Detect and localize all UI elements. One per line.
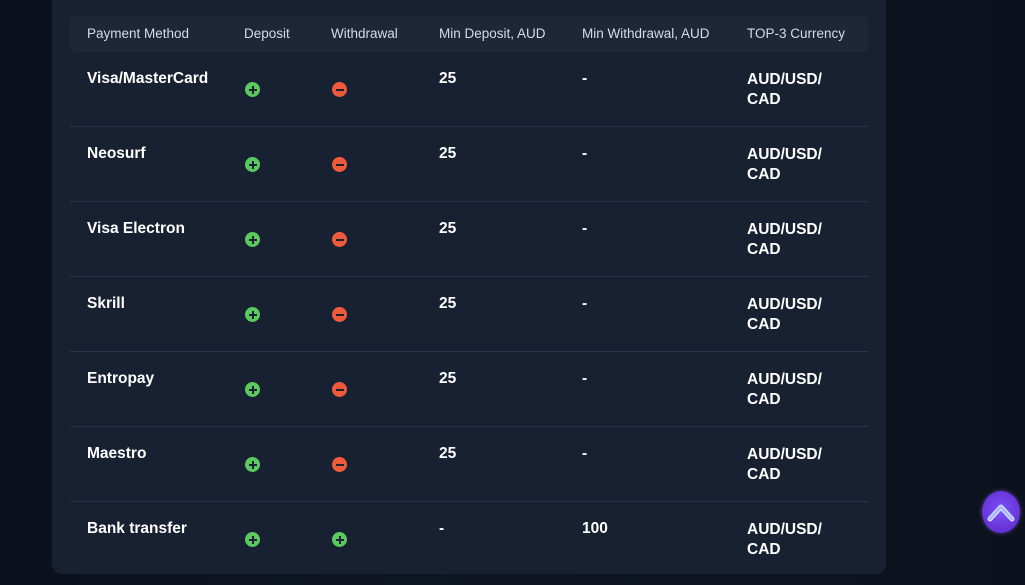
header-min-deposit: Min Deposit, AUD [439, 26, 546, 41]
withdrawal-status [332, 382, 347, 402]
currency-line-1: AUD/USD/ [747, 146, 822, 163]
min-deposit-value: 25 [439, 70, 457, 87]
payment-method-name: Visa/MasterCard [87, 70, 209, 87]
min-deposit-value: 25 [439, 295, 457, 312]
table-row: Maestro 25 - AUD/USD/CAD [70, 427, 868, 502]
currency-value: AUD/USD/CAD [747, 145, 837, 185]
currency-value: AUD/USD/CAD [747, 220, 837, 260]
table-row: Entropay 25 - AUD/USD/CAD [70, 352, 868, 427]
header-currency: TOP-3 Currency [747, 26, 846, 41]
plus-circle-icon [332, 532, 347, 547]
payment-methods-table: Payment Method Deposit Withdrawal Min De… [70, 16, 868, 576]
header-payment-method: Payment Method [87, 26, 190, 41]
min-withdrawal-value: - [582, 145, 588, 162]
table-body: Visa/MasterCard 25 - AUD/USD/CAD Neosurf 25 - A… [70, 52, 868, 576]
plus-circle-icon [245, 307, 260, 322]
payment-method-name: Visa Electron [87, 220, 185, 237]
currency-line-1: AUD/USD/ [747, 296, 822, 313]
deposit-status [245, 382, 260, 402]
min-withdrawal-value: - [582, 70, 588, 87]
table-row: Bank transfer - 100 AUD/USD/CAD [70, 502, 868, 576]
deposit-status [245, 532, 260, 552]
currency-line-2: CAD [747, 316, 781, 333]
page: Payment Method Deposit Withdrawal Min De… [0, 0, 1025, 585]
plus-circle-icon [245, 82, 260, 97]
table-row: Neosurf 25 - AUD/USD/CAD [70, 127, 868, 202]
withdrawal-status [332, 232, 347, 252]
payment-method-name: Bank transfer [87, 520, 187, 537]
payment-method-name: Maestro [87, 445, 147, 462]
deposit-status [245, 232, 260, 252]
min-withdrawal-value: - [582, 220, 588, 237]
header-min-withdrawal: Min Withdrawal, AUD [582, 26, 710, 41]
currency-value: AUD/USD/CAD [747, 370, 837, 410]
min-withdrawal-value: - [582, 445, 588, 462]
withdrawal-status [332, 157, 347, 177]
header-withdrawal: Withdrawal [331, 26, 398, 41]
currency-value: AUD/USD/CAD [747, 445, 837, 485]
minus-circle-icon [332, 382, 347, 397]
minus-circle-icon [332, 457, 347, 472]
minus-circle-icon [332, 157, 347, 172]
minus-circle-icon [332, 307, 347, 322]
min-deposit-value: - [439, 520, 445, 537]
currency-line-2: CAD [747, 166, 781, 183]
currency-line-1: AUD/USD/ [747, 221, 822, 238]
deposit-status [245, 157, 260, 177]
withdrawal-status [332, 307, 347, 327]
table-header: Payment Method Deposit Withdrawal Min De… [70, 16, 868, 52]
min-withdrawal-value: - [582, 370, 588, 387]
currency-line-2: CAD [747, 241, 781, 258]
min-withdrawal-value: - [582, 295, 588, 312]
currency-line-2: CAD [747, 541, 781, 558]
currency-line-1: AUD/USD/ [747, 446, 822, 463]
currency-line-2: CAD [747, 466, 781, 483]
chevron-up-icon [987, 504, 1015, 522]
min-deposit-value: 25 [439, 370, 457, 387]
table-row: Visa Electron 25 - AUD/USD/CAD [70, 202, 868, 277]
payment-method-name: Neosurf [87, 145, 146, 162]
currency-line-1: AUD/USD/ [747, 521, 822, 538]
withdrawal-status [332, 532, 347, 552]
min-withdrawal-value: 100 [582, 520, 608, 537]
min-deposit-value: 25 [439, 145, 457, 162]
table-row: Skrill 25 - AUD/USD/CAD [70, 277, 868, 352]
deposit-status [245, 82, 260, 102]
header-deposit: Deposit [244, 26, 290, 41]
deposit-status [245, 307, 260, 327]
minus-circle-icon [332, 232, 347, 247]
currency-line-1: AUD/USD/ [747, 71, 822, 88]
plus-circle-icon [245, 157, 260, 172]
plus-circle-icon [245, 532, 260, 547]
currency-line-2: CAD [747, 391, 781, 408]
min-deposit-value: 25 [439, 220, 457, 237]
currency-value: AUD/USD/CAD [747, 520, 837, 560]
table-row: Visa/MasterCard 25 - AUD/USD/CAD [70, 52, 868, 127]
withdrawal-status [332, 82, 347, 102]
plus-circle-icon [245, 382, 260, 397]
payment-method-name: Skrill [87, 295, 125, 312]
withdrawal-status [332, 457, 347, 477]
scroll-to-top-button[interactable] [982, 491, 1020, 533]
currency-line-2: CAD [747, 91, 781, 108]
payment-method-name: Entropay [87, 370, 155, 387]
plus-circle-icon [245, 232, 260, 247]
minus-circle-icon [332, 82, 347, 97]
deposit-status [245, 457, 260, 477]
currency-line-1: AUD/USD/ [747, 371, 822, 388]
currency-value: AUD/USD/CAD [747, 295, 837, 335]
plus-circle-icon [245, 457, 260, 472]
currency-value: AUD/USD/CAD [747, 70, 837, 110]
min-deposit-value: 25 [439, 445, 457, 462]
